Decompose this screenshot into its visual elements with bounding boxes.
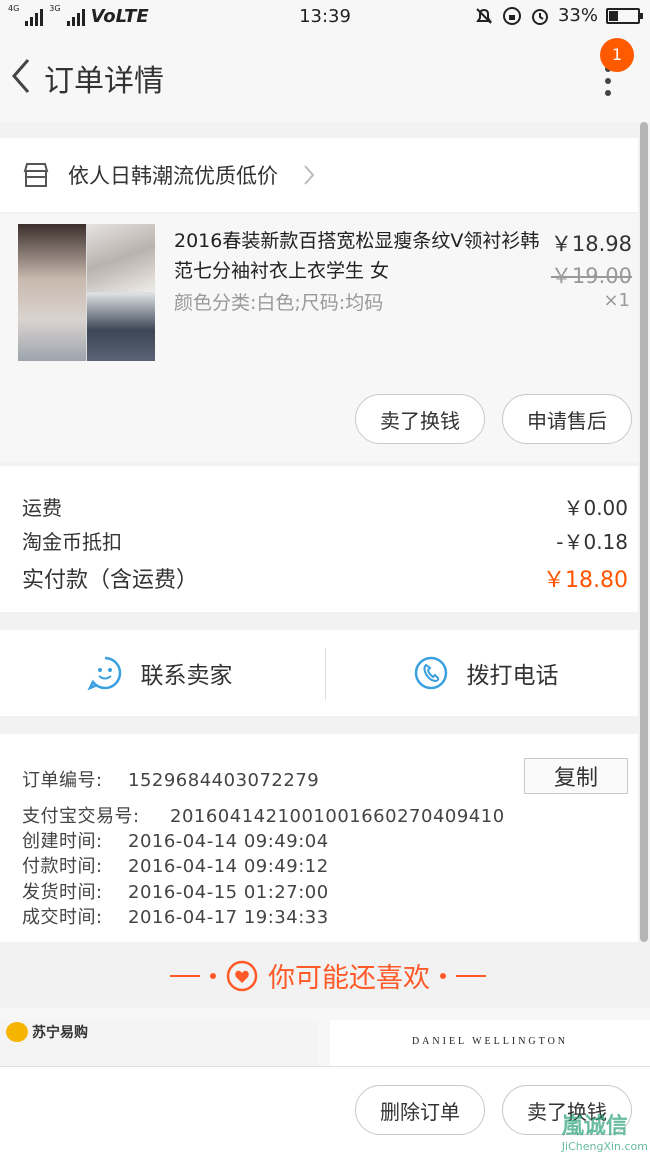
- dw-brand: DANIEL WELLINGTON: [411, 1036, 569, 1047]
- product-thumbnail[interactable]: [18, 224, 155, 361]
- bottom-action-bar: 删除订单 卖了换钱 嵐诚信 JiChengXin.com: [0, 1066, 650, 1155]
- alarm-icon: [531, 8, 548, 25]
- product-price: ￥18.98: [550, 232, 632, 256]
- left-dash: [170, 974, 200, 977]
- recommend-grid: 苏宁易购 DANIEL WELLINGTON: [0, 1008, 650, 1066]
- suning-logo: 苏宁易购: [6, 1022, 88, 1042]
- created-value: 2016-04-14 09:49:04: [128, 831, 329, 852]
- battery-percent: 33%: [557, 5, 598, 26]
- paid-label: 付款时间:: [22, 856, 103, 877]
- status-bar: 4G 3G VoLTE 13:39 33%: [0, 0, 650, 34]
- order-no-row: 订单编号: 1529684403072279: [22, 766, 319, 792]
- contact-seller-button[interactable]: 联系卖家: [0, 630, 319, 716]
- total-row: 实付款（含运费） ￥18.80: [22, 562, 628, 594]
- order-no-label: 订单编号:: [22, 770, 103, 791]
- shop-row[interactable]: 依人日韩潮流优质低价: [0, 138, 638, 212]
- alipay-value: 2016041421001001660270409410: [170, 806, 505, 827]
- order-no-value: 1529684403072279: [128, 770, 320, 791]
- lion-logo-icon: [6, 1022, 28, 1042]
- store-icon: [23, 163, 49, 187]
- coin-row: 淘金币抵扣 -￥0.18: [22, 526, 628, 555]
- order-info: 订单编号: 1529684403072279 复制 支付宝交易号: 20160414…: [0, 734, 638, 942]
- alipay-row: 支付宝交易号: 2016041421001001660270409410: [22, 802, 505, 828]
- shipped-row: 发货时间: 2016-04-15 01:27:00: [22, 878, 329, 904]
- created-label: 创建时间:: [22, 831, 103, 852]
- back-arrow-icon[interactable]: [8, 56, 34, 96]
- product-quantity: ×1: [603, 290, 630, 311]
- copy-button[interactable]: 复制: [524, 758, 628, 794]
- product-item[interactable]: 2016春装新款百搭宽松显瘦条纹V领衬衫韩范七分袖衬衣上衣学生 女 颜色分类:白…: [0, 214, 638, 462]
- product-name: 2016春装新款百搭宽松显瘦条纹V领衬衫韩范七分袖衬衣上衣学生 女: [174, 230, 540, 282]
- watermark-url: JiChengXin.com: [561, 1140, 648, 1153]
- contact-bar: 联系卖家 拨打电话: [0, 630, 638, 716]
- after-sale-button[interactable]: 申请售后: [502, 394, 632, 444]
- total-label: 实付款（含运费）: [22, 568, 199, 593]
- recommend-title: 你可能还喜欢: [268, 963, 430, 994]
- alipay-label: 支付宝交易号:: [22, 806, 140, 827]
- nav-bar: 订单详情 1: [0, 34, 650, 122]
- heart-icon: [226, 960, 258, 991]
- done-value: 2016-04-17 19:34:33: [128, 907, 329, 928]
- battery-icon: [606, 7, 643, 24]
- sell-button[interactable]: 卖了换钱: [355, 394, 485, 444]
- shop-name: 依人日韩潮流优质低价: [68, 164, 278, 188]
- scrollbar[interactable]: [640, 122, 648, 942]
- done-label: 成交时间:: [22, 907, 103, 928]
- chat-bubble-icon: [86, 656, 121, 691]
- recommend-header: 你可能还喜欢: [0, 944, 650, 1006]
- fee-summary: 运费 ￥0.00 淘金币抵扣 -￥0.18 实付款（含运费） ￥18.80: [0, 466, 638, 612]
- call-label: 拨打电话: [466, 663, 559, 689]
- recommend-item-left[interactable]: 苏宁易购: [0, 1020, 318, 1066]
- total-value: ￥18.80: [543, 568, 628, 593]
- done-row: 成交时间: 2016-04-17 19:34:33: [22, 903, 329, 929]
- rotation-lock-icon: [502, 6, 521, 25]
- notification-badge: 1: [600, 38, 634, 72]
- product-original-price: ￥19.00: [550, 264, 632, 288]
- shipped-label: 发货时间:: [22, 882, 103, 903]
- watermark: 嵐诚信 JiChengXin.com: [562, 1108, 648, 1153]
- status-right: 33%: [474, 5, 643, 26]
- page-title: 订单详情: [44, 64, 164, 99]
- created-row: 创建时间: 2016-04-14 09:49:04: [22, 827, 329, 853]
- shipping-value: ￥0.00: [563, 496, 628, 520]
- phone-icon: [414, 656, 447, 690]
- call-button[interactable]: 拨打电话: [326, 630, 645, 716]
- mute-icon: [476, 7, 492, 24]
- watermark-text: 嵐诚信: [561, 1114, 628, 1139]
- left-dot: [210, 972, 216, 979]
- paid-value: 2016-04-14 09:49:12: [128, 856, 329, 877]
- coin-label: 淘金币抵扣: [22, 530, 122, 554]
- shipping-row: 运费 ￥0.00: [22, 492, 628, 521]
- product-sku: 颜色分类:白色;尺码:均码: [174, 292, 384, 314]
- shipped-value: 2016-04-15 01:27:00: [128, 882, 329, 903]
- coin-value: -￥0.18: [556, 530, 628, 554]
- chevron-right-icon: [304, 165, 315, 185]
- right-dot: [440, 972, 446, 979]
- recommend-item-right[interactable]: DANIEL WELLINGTON: [330, 1020, 650, 1066]
- right-dash: [456, 974, 486, 977]
- delete-order-button[interactable]: 删除订单: [355, 1085, 485, 1135]
- shipping-label: 运费: [22, 496, 62, 520]
- contact-seller-label: 联系卖家: [140, 663, 233, 689]
- suning-logo-text: 苏宁易购: [32, 1025, 88, 1041]
- paid-row: 付款时间: 2016-04-14 09:49:12: [22, 852, 329, 878]
